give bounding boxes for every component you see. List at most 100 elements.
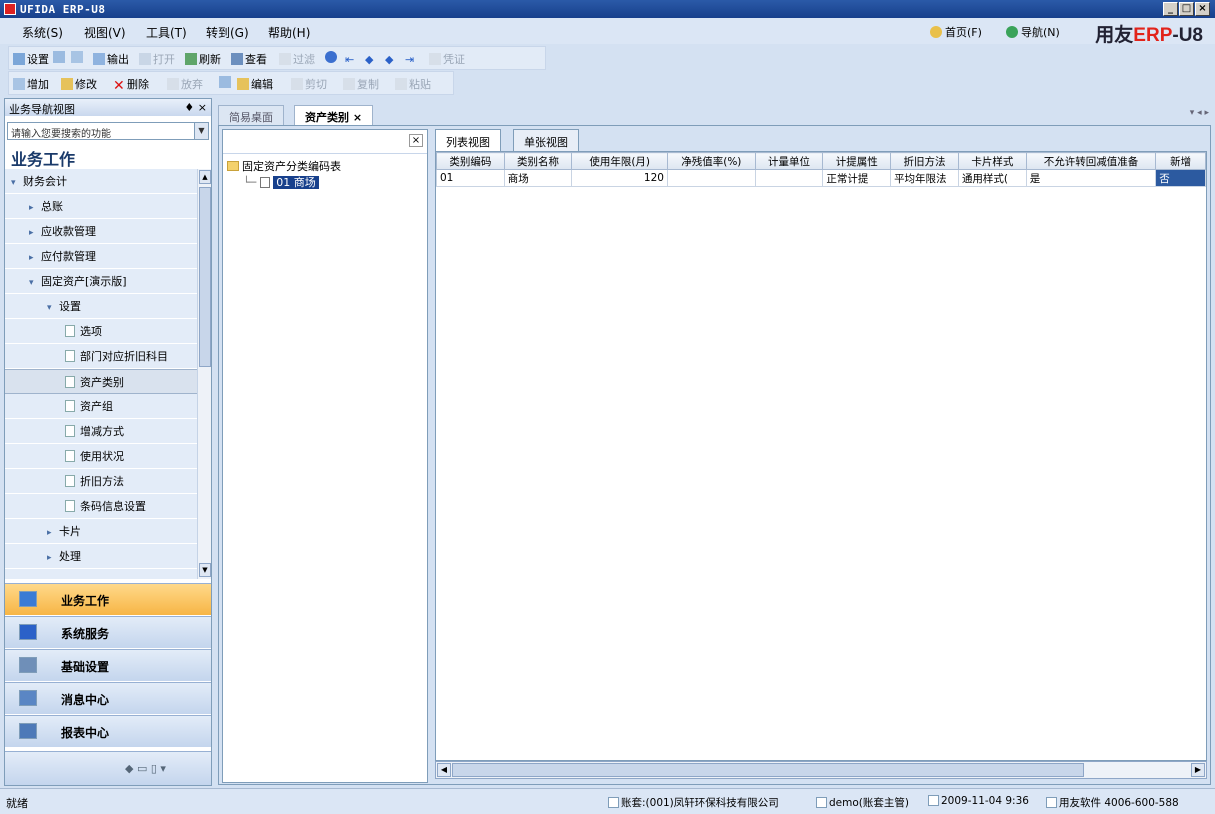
column-header[interactable]: 新增 [1155,152,1206,170]
column-header[interactable]: 净残值率(%) [666,152,756,170]
nav-tree-item[interactable]: 选项 [5,319,197,344]
cancel-button[interactable]: 放弃 [167,76,203,92]
preview-button[interactable] [71,51,85,64]
home-link[interactable]: 首页(F) [930,24,982,40]
first-record-button[interactable]: ⇤ [345,51,359,66]
column-header[interactable]: 折旧方法 [890,152,959,170]
outlook-config-icon[interactable]: ◆ ▭ ▯ ▾ [125,762,166,775]
column-header[interactable]: 计提属性 [822,152,892,170]
outlook-button[interactable]: 业务工作 [5,583,211,615]
add-button[interactable]: 增加 [13,76,49,92]
menu-goto[interactable]: 转到(G) [206,24,249,41]
table-cell[interactable]: 120 [571,169,668,187]
grid-horizontal-scrollbar[interactable]: ◀ ▶ [435,761,1207,779]
paste-button[interactable]: 粘贴 [395,76,431,92]
column-header[interactable]: 类别名称 [503,152,573,170]
settings-button[interactable]: 设置 [13,51,49,67]
menu-tools[interactable]: 工具(T) [146,24,187,41]
nav-tree-item[interactable]: 使用状况 [5,444,197,469]
edit-button[interactable]: 编辑 [237,76,273,92]
table-cell[interactable]: 正常计提 [822,169,892,187]
column-header[interactable]: 类别编码 [436,152,505,170]
collapse-arrow-icon[interactable]: ▸ [29,196,41,221]
table-row[interactable]: 01 商场 120 正常计提 平均年限法 通用样式(是否 [436,169,1206,187]
tab-nav-icon[interactable]: ▾ ◂ ▸ [1190,108,1209,118]
query-button[interactable]: 查看 [231,51,267,67]
tab-asset-category[interactable]: 资产类别 × [294,105,374,125]
maximize-button[interactable]: □ [1179,2,1194,16]
nav-tree-item[interactable]: ▸ 总账 [5,194,197,219]
outlook-button[interactable]: 消息中心 [5,682,211,714]
collapse-arrow-icon[interactable]: ▸ [47,546,59,571]
collapse-arrow-icon[interactable]: ▸ [29,221,41,246]
delete-button[interactable]: ✕ 删除 [113,76,149,93]
next-record-button[interactable]: ◆ [385,51,399,66]
expand-arrow-icon[interactable]: ▾ [29,271,41,296]
expand-arrow-icon[interactable]: ▾ [11,171,23,196]
column-header[interactable]: 卡片样式 [957,152,1027,170]
table-cell[interactable]: 否 [1155,169,1206,187]
copy-button[interactable]: 复制 [343,76,379,92]
table-cell[interactable] [666,169,756,187]
nav-tree-item[interactable]: 增减方式 [5,419,197,444]
nav-tree-item[interactable]: ▾ 设置 [5,294,197,319]
guide-link[interactable]: 导航(N) [1006,24,1060,40]
search-dropdown-icon[interactable]: ▼ [194,123,208,139]
nav-tree-item[interactable]: ▸ 处理 [5,544,197,569]
refresh-button[interactable]: 刷新 [185,51,221,67]
nav-tree-item[interactable]: 折旧方法 [5,469,197,494]
outlook-button[interactable]: 报表中心 [5,715,211,747]
last-record-button[interactable]: ⇥ [405,51,419,66]
tab-simple-desktop[interactable]: 简易桌面 [218,105,284,125]
print-button[interactable] [53,51,67,64]
save-button[interactable] [219,76,233,89]
menu-help[interactable]: 帮助(H) [268,24,310,41]
nav-tree-item[interactable]: ▸ 应付款管理 [5,244,197,269]
help-nav-button[interactable] [325,51,339,64]
filter-button[interactable]: 过滤 [279,51,315,67]
outlook-button[interactable]: 系统服务 [5,616,211,648]
open-button[interactable]: 打开 [139,51,175,67]
category-root-node[interactable]: 固定资产分类编码表 [227,158,341,174]
close-panel-button[interactable]: × [409,134,423,147]
table-cell[interactable]: 是 [1025,169,1157,187]
nav-tree-item[interactable]: ▸ 应收款管理 [5,219,197,244]
menu-system[interactable]: 系统(S) [22,24,63,41]
tab-card-view[interactable]: 单张视图 [513,129,579,151]
prev-record-button[interactable]: ◆ [365,51,379,66]
voucher-button[interactable]: 凭证 [429,51,465,67]
nav-tree-item[interactable]: ▸ 卡片 [5,519,197,544]
menu-view[interactable]: 视图(V) [84,24,126,41]
category-node[interactable]: └─ 01 商场 [243,174,319,190]
outlook-button-label: 系统服务 [61,627,110,641]
nav-tree-item[interactable]: 资产组 [5,394,197,419]
pin-close-icon[interactable]: ♦ × [184,101,207,114]
export-button[interactable]: 输出 [93,51,129,67]
column-header[interactable]: 不允许转回减值准备 [1025,152,1157,170]
print-icon [53,51,65,63]
collapse-arrow-icon[interactable]: ▸ [29,246,41,271]
support-info: 用友软件 4006-600-588 [1046,795,1179,810]
modify-button[interactable]: 修改 [61,76,97,92]
function-search-input[interactable]: 请输入您要搜索的功能 ▼ [7,122,209,140]
collapse-arrow-icon[interactable]: ▸ [47,521,59,546]
nav-tree-item[interactable]: 部门对应折旧科目 [5,344,197,369]
expand-arrow-icon[interactable]: ▾ [47,296,59,321]
table-cell[interactable]: 通用样式( [957,169,1027,187]
nav-tree-item[interactable]: 资产类别 [5,369,197,394]
outlook-button[interactable]: 基础设置 [5,649,211,681]
tab-list-view[interactable]: 列表视图 [435,129,501,151]
nav-tree-item[interactable]: ▾ 固定资产[演示版] [5,269,197,294]
nav-tree-item[interactable]: 条码信息设置 [5,494,197,519]
nav-tree-item[interactable]: ▾ 财务会计 [5,169,197,194]
column-header[interactable]: 计量单位 [754,152,824,170]
table-cell[interactable] [754,169,824,187]
table-cell[interactable]: 01 [436,169,505,187]
table-cell[interactable]: 平均年限法 [890,169,959,187]
cut-button[interactable]: 剪切 [291,76,327,92]
minimize-button[interactable]: _ [1163,2,1178,16]
nav-scrollbar[interactable]: ▲ ▼ [197,169,211,579]
column-header[interactable]: 使用年限(月) [571,152,668,170]
close-button[interactable]: × [1195,2,1210,16]
table-cell[interactable]: 商场 [503,169,573,187]
